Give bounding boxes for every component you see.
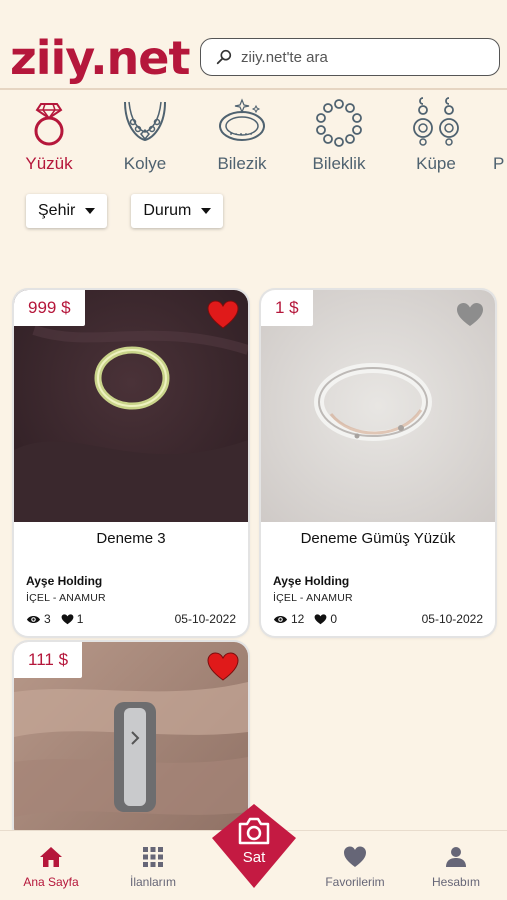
person-icon — [446, 847, 466, 867]
sell-label: Sat — [242, 849, 266, 866]
favorite-button[interactable] — [206, 650, 240, 684]
seller-name: Ayşe Holding — [26, 574, 103, 588]
nav-label: İlanlarım — [129, 875, 176, 889]
caret-down-icon — [201, 208, 212, 214]
listing-card[interactable]: 999 $ Deneme 3 Ayşe Holding İÇEL - ANAMU… — [14, 290, 248, 636]
nav-account[interactable]: Hesabım — [406, 845, 506, 889]
category-label: Kolye — [123, 154, 167, 173]
nav-my-listings[interactable]: İlanlarım — [103, 845, 203, 889]
view-count: 3 — [44, 612, 51, 626]
header-divider — [0, 88, 507, 90]
heart-icon — [457, 303, 483, 326]
status-bar — [0, 0, 507, 26]
category-partial[interactable]: P — [493, 96, 507, 174]
nav-label: Ana Sayfa — [23, 875, 79, 889]
condition-filter[interactable]: Durum — [131, 194, 224, 228]
price-tag: 999 $ — [14, 290, 85, 326]
listing-title: Deneme 3 — [96, 530, 166, 547]
like-count: 0 — [330, 612, 338, 626]
nav-home[interactable]: Ana Sayfa — [1, 845, 101, 889]
nav-favorites[interactable]: Favorilerim — [305, 845, 405, 889]
listing-meta: 12 0 05-10-2022 — [273, 612, 483, 626]
category-necklace[interactable]: Kolye — [105, 96, 185, 174]
listing-title: Deneme Gümüş Yüzük — [300, 530, 456, 547]
search-input[interactable] — [241, 48, 481, 66]
heart-icon — [207, 300, 239, 329]
necklace-icon — [124, 101, 166, 142]
heart-icon — [344, 846, 366, 867]
search-icon — [216, 49, 232, 65]
category-bangle[interactable]: Bilezik — [202, 96, 282, 174]
category-ring[interactable]: Yüzük — [9, 96, 89, 174]
listing-meta: 3 1 05-10-2022 — [26, 612, 236, 626]
filter-bar: Şehir Durum — [26, 194, 224, 228]
listing-photo[interactable]: 999 $ — [14, 290, 248, 522]
favorite-button[interactable] — [206, 298, 240, 332]
sell-button[interactable]: Sat — [210, 802, 298, 890]
category-label: Bilezik — [217, 154, 267, 173]
category-label: Yüzük — [25, 154, 73, 173]
category-label: Küpe — [416, 154, 456, 173]
listing-card[interactable]: 1 $ Deneme Gümüş Yüzük Ayşe Holding İÇEL… — [261, 290, 495, 636]
bracelet-icon — [316, 99, 362, 147]
heart-icon — [61, 613, 74, 624]
bangle-icon — [219, 98, 265, 141]
earring-icon — [413, 97, 459, 146]
listing-date: 05-10-2022 — [421, 612, 483, 626]
heart-icon — [314, 613, 327, 624]
home-icon — [40, 847, 62, 867]
like-count: 1 — [76, 612, 84, 626]
condition-filter-label: Durum — [143, 202, 192, 219]
category-bracelet[interactable]: Bileklik — [299, 96, 379, 174]
eye-icon — [26, 615, 41, 623]
category-earring[interactable]: Küpe — [396, 96, 476, 174]
heart-icon — [207, 652, 239, 681]
city-filter-label: Şehir — [38, 202, 76, 219]
view-count: 12 — [291, 612, 305, 626]
price-tag: 111 $ — [14, 642, 83, 678]
search-bar[interactable] — [200, 38, 500, 76]
seller-name: Ayşe Holding — [273, 574, 350, 588]
listing-date: 05-10-2022 — [174, 612, 236, 626]
logo[interactable]: ziiy.net — [10, 35, 190, 81]
grid-icon — [143, 847, 163, 867]
category-bar: Yüzük Kolye Bilezik Bileklik Küpe P — [0, 96, 507, 182]
caret-down-icon — [85, 208, 96, 214]
listing-location: İÇEL - ANAMUR — [273, 592, 353, 604]
eye-icon — [273, 615, 288, 623]
listing-location: İÇEL - ANAMUR — [26, 592, 106, 604]
category-label: P — [493, 154, 505, 173]
category-label: Bileklik — [312, 154, 366, 173]
favorite-button[interactable] — [453, 298, 487, 332]
ring-icon — [34, 103, 64, 146]
nav-label: Favorilerim — [325, 875, 385, 889]
camera-icon — [238, 817, 270, 845]
price-tag: 1 $ — [261, 290, 313, 326]
nav-label: Hesabım — [431, 875, 481, 889]
category-partial-icon — [493, 96, 507, 148]
header: ziiy.net — [10, 30, 500, 86]
city-filter[interactable]: Şehir — [26, 194, 108, 228]
listing-photo[interactable]: 1 $ — [261, 290, 495, 522]
